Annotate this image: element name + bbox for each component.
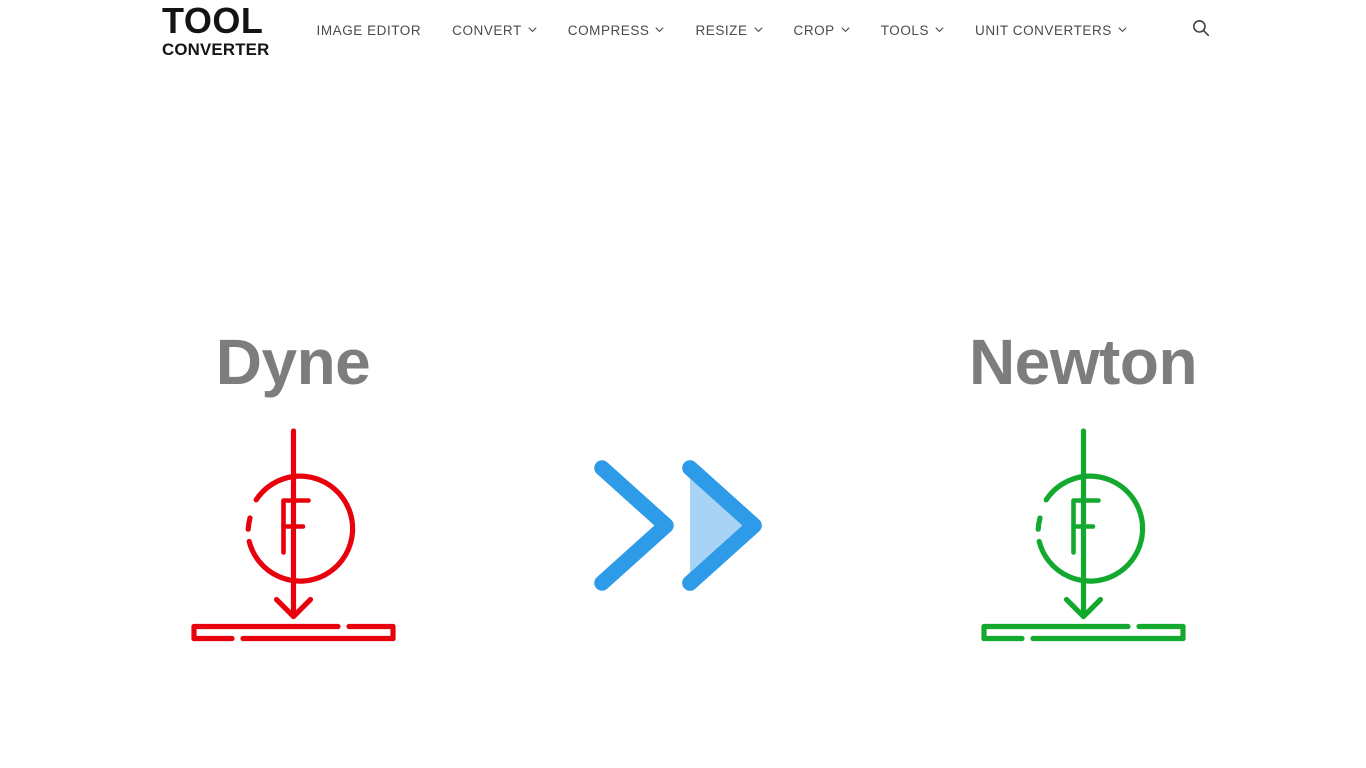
- nav-item-convert[interactable]: CONVERT: [452, 23, 537, 38]
- site-header: TOOL CONVERTER IMAGE EDITOR CONVERT COMP…: [0, 0, 1366, 60]
- logo-text-secondary: CONVERTER: [162, 39, 270, 59]
- chevron-down-icon: [754, 25, 763, 34]
- nav-item-image-editor[interactable]: IMAGE EDITOR: [317, 23, 422, 38]
- double-chevron-right-icon: [586, 446, 781, 606]
- chevron-down-icon: [1118, 25, 1127, 34]
- nav-item-label: CROP: [793, 22, 835, 38]
- chevron-down-icon: [655, 25, 664, 34]
- chevron-down-icon: [841, 25, 850, 34]
- chevron-down-icon: [528, 25, 537, 34]
- source-unit-block: Dyne: [143, 326, 443, 644]
- nav-item-resize[interactable]: RESIZE: [695, 23, 762, 38]
- logo-text-primary: TOOL: [162, 0, 264, 41]
- chevron-down-icon: [935, 25, 944, 34]
- nav-item-label: UNIT CONVERTERS: [975, 22, 1112, 38]
- search-icon: [1191, 18, 1211, 43]
- nav-item-label: RESIZE: [695, 22, 748, 38]
- nav-item-compress[interactable]: COMPRESS: [568, 23, 665, 38]
- nav-item-label: COMPRESS: [567, 22, 650, 38]
- nav-item-label: CONVERT: [452, 22, 522, 38]
- search-button[interactable]: [1190, 19, 1212, 41]
- nav-item-tools[interactable]: TOOLS: [881, 23, 944, 38]
- main-navigation: IMAGE EDITOR CONVERT COMPRESS RESIZE CRO…: [317, 19, 1212, 41]
- source-unit-title: Dyne: [215, 326, 371, 398]
- unit-comparison-stage: Dyne Newton: [0, 60, 1366, 768]
- nav-item-label: IMAGE EDITOR: [316, 22, 422, 38]
- force-on-surface-icon: [976, 419, 1191, 644]
- nav-item-crop[interactable]: CROP: [794, 23, 850, 38]
- target-unit-title: Newton: [968, 326, 1198, 398]
- target-unit-block: Newton: [933, 326, 1233, 644]
- nav-item-unit-converters[interactable]: UNIT CONVERTERS: [975, 23, 1127, 38]
- force-on-surface-icon: [186, 419, 401, 644]
- nav-item-label: TOOLS: [880, 22, 930, 38]
- site-logo[interactable]: TOOL CONVERTER: [162, 0, 271, 59]
